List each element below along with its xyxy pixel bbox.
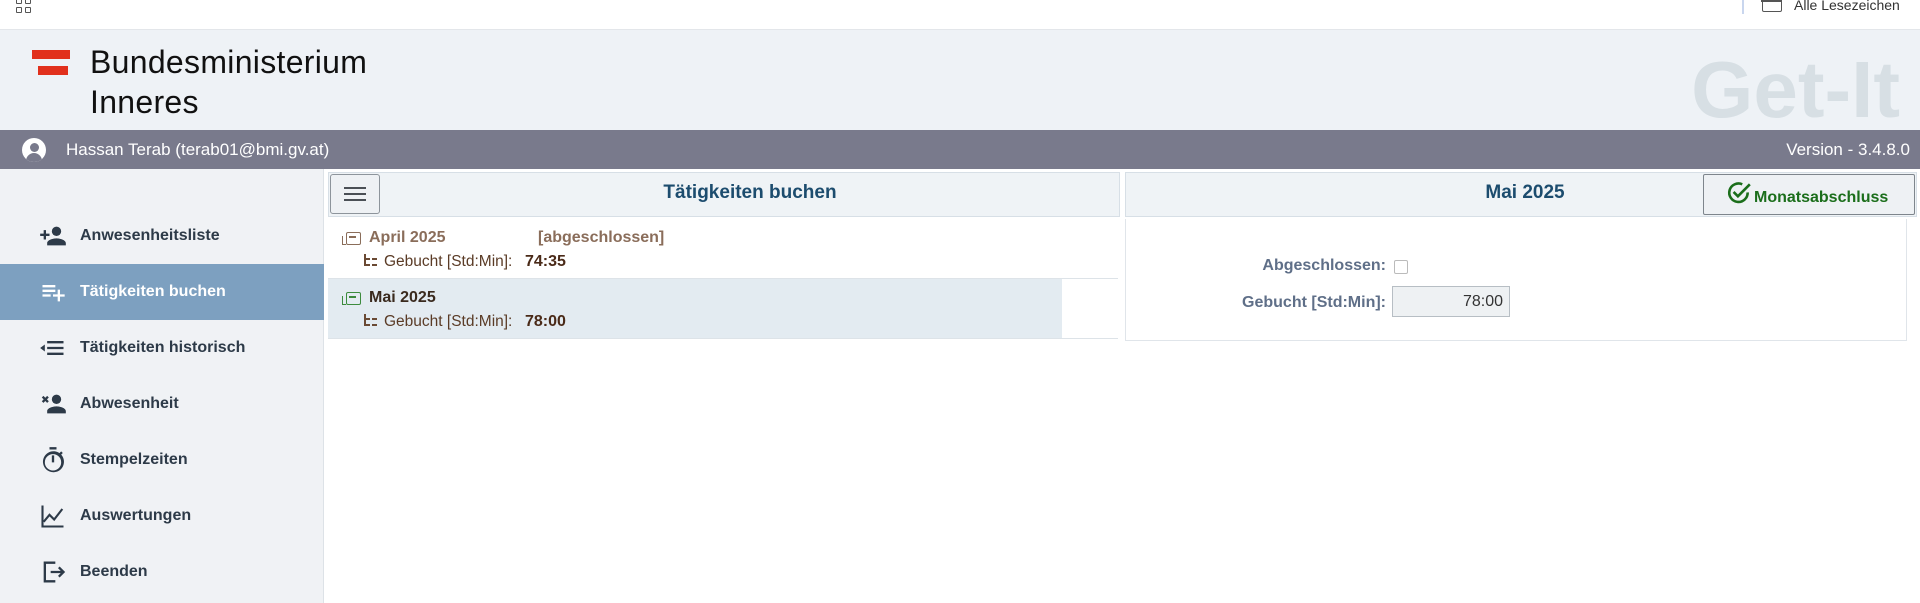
menu-icon-bar — [344, 193, 366, 195]
booked-total-label: Gebucht [Std:Min]: — [1242, 294, 1386, 311]
month-list-item-selected[interactable]: Mai 2025 Gebucht [Std:Min]: 78:00 — [328, 279, 1118, 339]
sidebar-item-label: Beenden — [80, 563, 148, 580]
menu-icon-bar — [344, 187, 366, 189]
bookmarks-divider — [1742, 0, 1744, 14]
sidebar-item-taetigkeiten-buchen[interactable]: Tätigkeiten buchen — [0, 264, 324, 320]
sidebar-item-anwesenheitsliste[interactable]: Anwesenheitsliste — [0, 208, 324, 264]
monatsabschluss-button[interactable]: Monatsabschluss — [1703, 174, 1915, 215]
sidebar-item-label: Auswertungen — [80, 507, 192, 524]
history-list-icon — [38, 333, 68, 363]
hierarchy-icon — [364, 254, 378, 266]
hierarchy-icon — [364, 314, 378, 326]
calendar-stack-icon — [342, 232, 361, 245]
hamburger-menu-button[interactable] — [330, 174, 380, 214]
sidebar-item-label: Stempelzeiten — [80, 451, 188, 468]
booked-hours-value: 74:35 — [525, 253, 566, 270]
account-circle-icon — [22, 138, 46, 162]
sidebar-item-label: Tätigkeiten historisch — [80, 339, 246, 356]
app-version: Version - 3.4.8.0 — [1786, 140, 1910, 159]
logo-flag-stripe-top — [32, 50, 70, 59]
app-name-watermark: Get-It — [1691, 45, 1900, 134]
stopwatch-icon — [38, 445, 68, 475]
chart-line-icon — [38, 501, 68, 531]
bookings-panel-title: Tätigkeiten buchen — [663, 182, 837, 203]
menu-icon-bar — [344, 199, 366, 201]
month-status-badge: [abgeschlossen] — [538, 229, 665, 246]
monatsabschluss-label: Monatsabschluss — [1754, 188, 1889, 206]
app-header: Bundesministerium Inneres Get-It — [0, 30, 1920, 134]
booked-hours-label: Gebucht [Std:Min]: — [384, 313, 513, 330]
booked-hours-label: Gebucht [Std:Min]: — [384, 253, 513, 270]
sidebar-item-label: Tätigkeiten buchen — [80, 283, 226, 300]
user-bar: Hassan Terab (terab01@bmi.gv.at) Version… — [0, 130, 1920, 169]
sidebar-item-taetigkeiten-historisch[interactable]: Tätigkeiten historisch — [0, 320, 324, 376]
all-bookmarks-link[interactable]: Alle Lesezeichen — [1794, 0, 1900, 13]
month-label: April 2025 — [369, 229, 446, 246]
ministry-name-line2: Inneres — [90, 84, 199, 120]
folder-icon[interactable] — [1761, 0, 1782, 12]
month-detail-body — [1125, 219, 1907, 341]
logo-flag-stripe-bottom — [38, 66, 68, 75]
apps-grid-icon[interactable] — [16, 0, 34, 14]
month-list-item[interactable]: April 2025 [abgeschlossen] Gebucht [Std:… — [328, 219, 1118, 279]
ministry-name-line1: Bundesministerium — [90, 44, 368, 80]
bookmarks-bar: Alle Lesezeichen — [0, 0, 1920, 30]
sidebar-item-abwesenheit[interactable]: Abwesenheit — [0, 376, 324, 432]
closed-label: Abgeschlossen: — [1262, 257, 1386, 274]
check-circle-icon — [1727, 181, 1751, 203]
playlist-add-icon — [38, 277, 68, 307]
sidebar: Anwesenheitsliste Tätigkeiten buchen Tät… — [0, 169, 324, 603]
closed-checkbox[interactable] — [1394, 260, 1408, 274]
booked-total-field[interactable] — [1392, 286, 1510, 317]
calendar-stack-icon — [342, 292, 361, 305]
sidebar-item-stempelzeiten[interactable]: Stempelzeiten — [0, 432, 324, 488]
sidebar-item-auswertungen[interactable]: Auswertungen — [0, 488, 324, 544]
person-remove-icon — [38, 389, 68, 419]
booked-hours-value: 78:00 — [525, 313, 566, 330]
logout-icon — [38, 557, 68, 587]
sidebar-item-label: Anwesenheitsliste — [80, 227, 220, 244]
person-add-icon — [38, 221, 68, 251]
sidebar-item-beenden[interactable]: Beenden — [0, 544, 324, 600]
user-name: Hassan Terab (terab01@bmi.gv.at) — [66, 140, 330, 159]
sidebar-item-label: Abwesenheit — [80, 395, 179, 412]
month-label: Mai 2025 — [369, 289, 436, 306]
